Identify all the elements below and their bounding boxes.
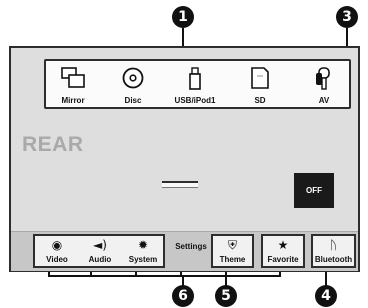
source-sd[interactable]: SD — [240, 61, 280, 107]
head-unit-screen: Mirror Disc USB/iPod1 SD AV REAR OFF ◉ V… — [9, 46, 360, 272]
system-label: System — [128, 255, 158, 264]
audio-label: Audio — [88, 255, 112, 264]
settings-tab-indicator — [162, 181, 198, 188]
bluetooth-icon: ᚢ — [329, 238, 338, 252]
source-disc-label: Disc — [124, 96, 142, 105]
source-mirror-label: Mirror — [61, 96, 85, 105]
callout-4: 4 — [315, 285, 337, 307]
sd-card-icon — [251, 67, 269, 89]
source-sd-label: SD — [254, 96, 266, 105]
bluetooth-label: Bluetooth — [314, 255, 353, 264]
disc-icon — [122, 67, 144, 89]
paint-bucket-icon: ⛨ — [227, 238, 238, 252]
favorite-group: ★ Favorite — [261, 234, 305, 268]
theme-label: Theme — [219, 255, 246, 264]
callout-5: 5 — [215, 285, 237, 307]
video-label: Video — [46, 255, 68, 264]
callout-3: 3 — [336, 6, 358, 28]
settings-title: Settings — [175, 242, 207, 251]
audio-settings-button[interactable]: ◄) Audio — [79, 236, 121, 266]
audio-icon: ◄) — [93, 238, 107, 252]
video-icon: ◉ — [51, 238, 63, 252]
rear-off-button[interactable]: OFF — [294, 173, 334, 208]
gear-icon: ✹ — [137, 238, 149, 252]
av-icon — [316, 67, 330, 90]
video-settings-button[interactable]: ◉ Video — [37, 236, 77, 266]
callout-6-bracket — [48, 275, 181, 277]
callout-1: 1 — [172, 6, 194, 28]
theme-group: ⛨ Theme — [211, 234, 254, 268]
source-usb-ipod1-label: USB/iPod1 — [174, 96, 216, 105]
callout-6-bracket-right-ext — [180, 275, 280, 277]
favorite-button[interactable]: ★ Favorite — [263, 236, 303, 266]
callout-6: 6 — [172, 285, 194, 307]
bottom-menu-strip: ◉ Video ◄) Audio ✹ System Settings ⛨ The… — [11, 231, 358, 271]
bluetooth-group: ᚢ Bluetooth — [311, 234, 356, 268]
star-icon: ★ — [277, 238, 289, 252]
source-av[interactable]: AV — [302, 61, 346, 107]
rear-label: REAR — [22, 133, 84, 156]
source-disc[interactable]: Disc — [112, 61, 154, 107]
settings-group: ◉ Video ◄) Audio ✹ System — [33, 234, 165, 268]
source-mirror[interactable]: Mirror — [50, 61, 96, 107]
av-source-bar: Mirror Disc USB/iPod1 SD AV — [44, 59, 351, 109]
source-av-label: AV — [318, 96, 330, 105]
source-usb-ipod1[interactable]: USB/iPod1 — [166, 61, 224, 107]
favorite-label: Favorite — [267, 255, 299, 264]
bluetooth-button[interactable]: ᚢ Bluetooth — [313, 236, 354, 266]
theme-button[interactable]: ⛨ Theme — [213, 236, 252, 266]
mirror-icon — [61, 67, 85, 88]
system-settings-button[interactable]: ✹ System — [123, 236, 163, 266]
usb-icon — [189, 67, 201, 90]
